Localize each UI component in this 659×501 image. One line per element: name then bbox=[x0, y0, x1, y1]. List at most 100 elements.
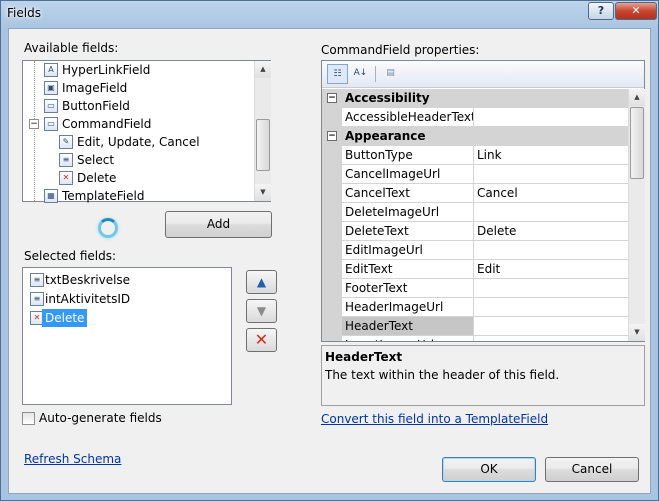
property-value[interactable]: Edit bbox=[474, 260, 628, 279]
hyperlink-field-icon: A bbox=[44, 63, 58, 77]
property-category[interactable]: − Accessibility bbox=[322, 89, 628, 108]
property-value[interactable] bbox=[474, 298, 628, 317]
selected-fields-list[interactable]: ≡ txtBeskrivelse ≡ intAktivitetsID ✕ Delete bbox=[22, 267, 232, 405]
property-row[interactable]: EditText Edit bbox=[322, 260, 628, 279]
dialog-body: Available fields: A HyperLinkField ▣ ImageF… bbox=[8, 28, 651, 494]
scroll-thumb[interactable] bbox=[630, 107, 644, 179]
property-name[interactable]: DeleteImageUrl bbox=[342, 203, 474, 222]
property-name[interactable]: HeaderImageUrl bbox=[342, 298, 474, 317]
property-row[interactable]: EditImageUrl bbox=[322, 241, 628, 260]
close-button[interactable]: ✕ bbox=[615, 2, 657, 20]
collapse-node-icon[interactable]: − bbox=[29, 119, 39, 129]
ok-button[interactable]: OK bbox=[442, 457, 536, 482]
title-bar[interactable]: Fields ? ✕ bbox=[1, 1, 658, 27]
tree-connector bbox=[34, 61, 35, 201]
category-name: Appearance bbox=[345, 129, 426, 143]
property-row-margin bbox=[322, 165, 342, 184]
property-row-margin bbox=[322, 317, 342, 336]
scroll-thumb[interactable] bbox=[256, 119, 270, 171]
available-field-label: CommandField bbox=[62, 117, 152, 131]
scroll-down-arrow-icon[interactable]: ▼ bbox=[629, 324, 645, 341]
move-up-button[interactable]: ▲ bbox=[246, 270, 277, 294]
help-button[interactable]: ? bbox=[588, 2, 614, 20]
scroll-down-arrow-icon[interactable]: ▼ bbox=[255, 184, 271, 201]
property-value[interactable] bbox=[474, 165, 628, 184]
scroll-up-arrow-icon[interactable]: ▲ bbox=[629, 89, 645, 106]
property-row-margin bbox=[322, 146, 342, 165]
property-value[interactable]: Link bbox=[474, 146, 628, 165]
property-name[interactable]: CancelText bbox=[342, 184, 474, 203]
available-field-label: Select bbox=[77, 153, 115, 167]
property-value[interactable] bbox=[474, 279, 628, 298]
property-row-margin bbox=[322, 222, 342, 241]
property-pages-icon[interactable]: ▤ bbox=[380, 64, 401, 84]
property-row[interactable]: HeaderImageUrl bbox=[322, 298, 628, 317]
property-name[interactable]: InsertImageUrl bbox=[342, 336, 474, 341]
property-row[interactable]: HeaderText bbox=[322, 317, 628, 336]
property-row[interactable]: CancelText Cancel bbox=[322, 184, 628, 203]
property-value[interactable] bbox=[474, 336, 628, 341]
command-field-icon: ▭ bbox=[44, 117, 58, 131]
available-fields-tree[interactable]: A HyperLinkField ▣ ImageField ▭ ButtonField ▭ C… bbox=[22, 60, 271, 203]
edit-command-icon: ✎ bbox=[59, 135, 73, 149]
property-value[interactable] bbox=[474, 108, 628, 127]
bound-field-icon: ≡ bbox=[30, 292, 44, 306]
collapse-category-icon[interactable]: − bbox=[327, 131, 337, 141]
property-row[interactable]: AccessibleHeaderText bbox=[322, 108, 628, 127]
cancel-button[interactable]: Cancel bbox=[545, 457, 639, 482]
collapse-category-icon[interactable]: − bbox=[327, 93, 337, 103]
property-rows: − Accessibility AccessibleHeaderText − Appea… bbox=[322, 89, 628, 341]
convert-to-template-link[interactable]: Convert this field into a TemplateField bbox=[321, 412, 548, 426]
property-row-margin bbox=[322, 298, 342, 317]
move-down-button[interactable]: ▼ bbox=[246, 299, 277, 323]
property-name[interactable]: EditImageUrl bbox=[342, 241, 474, 260]
available-fields-label: Available fields: bbox=[24, 41, 119, 55]
add-button[interactable]: Add bbox=[165, 211, 272, 238]
available-field-label: ImageField bbox=[62, 81, 128, 95]
property-category[interactable]: − Appearance bbox=[322, 127, 628, 146]
property-row[interactable]: DeleteText Delete bbox=[322, 222, 628, 241]
add-button-label: Add bbox=[206, 217, 231, 231]
property-row-margin bbox=[322, 279, 342, 298]
property-row-margin bbox=[322, 260, 342, 279]
property-row[interactable]: DeleteImageUrl bbox=[322, 203, 628, 222]
property-name[interactable]: HeaderText bbox=[342, 317, 474, 336]
property-grid-scrollbar[interactable]: ▲ ▼ bbox=[628, 89, 645, 341]
alphabetical-sort-icon[interactable]: A↓ bbox=[350, 64, 371, 84]
loading-spinner-icon bbox=[98, 218, 118, 238]
property-row[interactable]: FooterText bbox=[322, 279, 628, 298]
property-row[interactable]: CancelImageUrl bbox=[322, 165, 628, 184]
property-value[interactable]: Cancel bbox=[474, 184, 628, 203]
auto-generate-checkbox[interactable] bbox=[22, 412, 35, 425]
property-name[interactable]: DeleteText bbox=[342, 222, 474, 241]
fields-dialog: Fields ? ✕ Available fields: A HyperLinkF… bbox=[0, 0, 659, 501]
selected-field-label: Delete bbox=[42, 309, 88, 327]
selected-fields-label: Selected fields: bbox=[24, 249, 117, 263]
property-grid-toolbar: ☷ A↓ ▤ bbox=[322, 61, 644, 88]
button-field-icon: ▭ bbox=[44, 99, 58, 113]
property-value[interactable]: Delete bbox=[474, 222, 628, 241]
scroll-up-arrow-icon[interactable]: ▲ bbox=[255, 61, 271, 78]
property-name[interactable]: CancelImageUrl bbox=[342, 165, 474, 184]
property-value[interactable] bbox=[474, 241, 628, 260]
property-value[interactable] bbox=[474, 203, 628, 222]
property-name[interactable]: AccessibleHeaderText bbox=[342, 108, 474, 127]
properties-label: CommandField properties: bbox=[321, 43, 480, 57]
remove-field-button[interactable]: ✕ bbox=[246, 328, 277, 352]
property-name[interactable]: ButtonType bbox=[342, 146, 474, 165]
property-row[interactable]: InsertImageUrl bbox=[322, 336, 628, 341]
template-field-icon: ▦ bbox=[44, 189, 58, 203]
property-row[interactable]: ButtonType Link bbox=[322, 146, 628, 165]
refresh-schema-link[interactable]: Refresh Schema bbox=[24, 452, 121, 466]
property-row-margin bbox=[322, 241, 342, 260]
description-title: HeaderText bbox=[325, 350, 403, 364]
categorized-view-icon[interactable]: ☷ bbox=[327, 64, 348, 84]
property-value[interactable] bbox=[474, 317, 628, 336]
description-pane: HeaderText The text within the header of… bbox=[321, 345, 645, 406]
red-x-icon: ✕ bbox=[254, 330, 269, 349]
select-command-icon: ≡ bbox=[59, 153, 73, 167]
property-name[interactable]: FooterText bbox=[342, 279, 474, 298]
description-text: The text within the header of this field… bbox=[325, 368, 560, 382]
property-name[interactable]: EditText bbox=[342, 260, 474, 279]
available-fields-scrollbar[interactable]: ▲ ▼ bbox=[254, 61, 271, 201]
